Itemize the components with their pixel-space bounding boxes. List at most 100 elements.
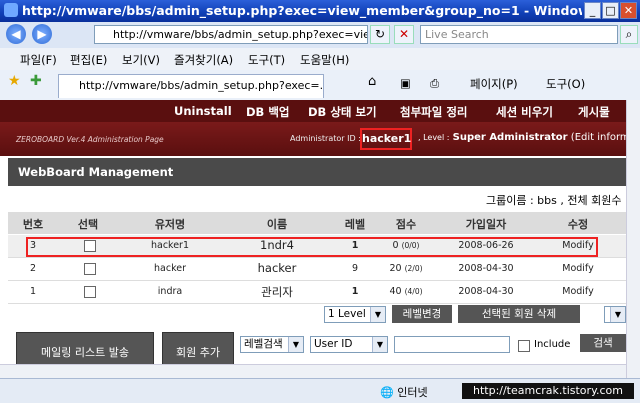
menu-tools[interactable]: 도구(T) xyxy=(248,52,285,68)
include-checkbox[interactable] xyxy=(518,340,530,352)
row-date: 2008-04-30 xyxy=(458,286,514,297)
col-date: 가입일자 xyxy=(465,218,507,231)
zeroboard-logo: ZEROBOARD Ver.4 Administration Page xyxy=(16,135,164,144)
table-row: 1 indra 관리자 1 40 (4/0) 2008-04-30 Modify xyxy=(8,281,626,304)
keyword-input[interactable] xyxy=(394,336,510,353)
print-icon[interactable]: ⎙ xyxy=(430,76,439,91)
row-level: 9 xyxy=(351,263,359,274)
row-checkbox[interactable] xyxy=(84,240,96,252)
address-toolbar: ◀ ▶ http://vmware/bbs/admin_setup.php?ex… xyxy=(0,22,640,49)
admin-info-bar: ZEROBOARD Ver.4 Administration Page Admi… xyxy=(0,122,626,156)
search-input[interactable]: Live Search xyxy=(420,25,618,44)
nav-attachments[interactable]: 첨부파일 정리 xyxy=(400,104,467,120)
home-icon[interactable]: ⌂ xyxy=(368,74,376,89)
chevron-down-icon: ▼ xyxy=(610,307,625,322)
menu-view[interactable]: 보기(V) xyxy=(122,52,160,68)
modify-link[interactable]: Modify xyxy=(538,263,618,274)
row-name: hacker xyxy=(257,261,297,275)
horizontal-scrollbar[interactable] xyxy=(0,364,626,378)
page-menu[interactable]: 페이지(P) xyxy=(470,76,518,92)
level-change-button[interactable]: 레벨변경 xyxy=(392,305,452,323)
row-checkbox[interactable] xyxy=(84,286,96,298)
add-favorites-icon[interactable]: ✚ xyxy=(30,73,42,89)
level-select-value: 1 Level xyxy=(328,308,366,320)
col-edit: 수정 xyxy=(567,218,589,231)
table-row: 3 hacker1 1ndr4 1 0 (0/0) 2008-06-26 Mod… xyxy=(8,235,626,258)
nav-clear-session[interactable]: 세션 비우기 xyxy=(496,104,553,120)
ie-icon xyxy=(4,3,18,17)
row-checkbox[interactable] xyxy=(84,263,96,275)
row-level: 1 xyxy=(351,240,359,251)
tab-current[interactable]: http://vmware/bbs/admin_setup.php?exec=.… xyxy=(58,74,324,98)
delete-selected-button[interactable]: 선택된 회원 삭제 xyxy=(458,305,580,323)
table-row: 2 hacker hacker 9 20 (2/0) 2008-04-30 Mo… xyxy=(8,258,626,281)
level-select[interactable]: 1 Level ▼ xyxy=(324,306,386,323)
nav-db-status[interactable]: DB 상태 보기 xyxy=(308,104,377,120)
score-sub: (4/0) xyxy=(404,287,423,296)
admin-id: hacker1 xyxy=(360,128,412,150)
minimize-button[interactable]: _ xyxy=(584,2,601,19)
col-level: 레벨 xyxy=(344,218,366,231)
chevron-down-icon: ▼ xyxy=(370,307,385,322)
close-button[interactable]: ✕ xyxy=(620,2,637,19)
score-value: 40 xyxy=(389,286,402,297)
stop-icon[interactable]: ✕ xyxy=(394,25,414,44)
menu-favorites[interactable]: 즐겨찾기(A) xyxy=(174,52,233,68)
row-user: indra xyxy=(157,286,183,297)
col-no: 번호 xyxy=(22,218,44,231)
page-content: Uninstall DB 백업 DB 상태 보기 첨부파일 정리 세션 비우기 … xyxy=(0,100,626,378)
section-header: WebBoard Management xyxy=(8,158,626,186)
search-icon[interactable]: ⌕ xyxy=(620,25,638,44)
row-level: 1 xyxy=(351,286,359,297)
window-title: http://vmware/bbs/admin_setup.php?exec=v… xyxy=(22,3,582,18)
chevron-down-icon: ▼ xyxy=(288,337,303,352)
level-search-select[interactable]: 레벨검색 ▼ xyxy=(240,336,304,353)
back-icon[interactable]: ◀ xyxy=(6,24,26,44)
internet-zone: 🌐 인터넷 xyxy=(380,386,428,399)
admin-level: , Level : Super Administrator (Edit info… xyxy=(418,132,626,143)
address-input[interactable]: http://vmware/bbs/admin_setup.php?exec=v… xyxy=(94,25,368,44)
modify-link[interactable]: Modify xyxy=(538,286,618,297)
include-label: Include xyxy=(534,339,571,350)
section-title: WebBoard Management xyxy=(18,165,174,179)
menu-help[interactable]: 도움말(H) xyxy=(300,52,349,68)
menu-file[interactable]: 파일(F) xyxy=(20,52,57,68)
field-select-value: User ID xyxy=(314,338,353,350)
level-value: Super Administrator xyxy=(452,132,568,143)
tab-bar: ★ ✚ http://vmware/bbs/admin_setup.php?ex… xyxy=(0,70,640,101)
col-score: 점수 xyxy=(395,218,417,231)
nav-uninstall[interactable]: Uninstall xyxy=(174,104,232,118)
menu-bar: 파일(F) 편집(E) 보기(V) 즐겨찾기(A) 도구(T) 도움말(H) xyxy=(0,48,640,71)
admin-id-label: Administrator ID : xyxy=(290,134,361,143)
modify-link[interactable]: Modify xyxy=(538,240,618,251)
nav-posts[interactable]: 게시물 xyxy=(578,104,610,120)
row-score: 0 (0/0) xyxy=(378,240,434,251)
row-no: 1 xyxy=(29,286,37,297)
maximize-button[interactable]: □ xyxy=(602,2,619,19)
watermark: http://teamcrak.tistory.com xyxy=(462,383,634,399)
row-score: 20 (2/0) xyxy=(378,263,434,274)
edit-info-link[interactable]: (Edit informatio xyxy=(571,132,626,143)
forward-icon[interactable]: ▶ xyxy=(32,24,52,44)
score-sub: (0/0) xyxy=(401,241,420,250)
tools-menu[interactable]: 도구(O) xyxy=(546,76,585,92)
status-bar: 🌐 인터넷 http://teamcrak.tistory.com xyxy=(0,378,640,403)
table-header: 번호 선택 유저명 이름 레벨 점수 가입일자 수정 xyxy=(8,212,626,234)
row-no: 2 xyxy=(29,263,37,274)
field-select[interactable]: User ID ▼ xyxy=(310,336,388,353)
group-info: 그룹이름 : bbs , 전체 회원수 xyxy=(486,194,622,207)
favorites-star-icon[interactable]: ★ xyxy=(8,73,21,89)
row-no: 3 xyxy=(29,240,37,251)
feeds-icon[interactable]: ▣ xyxy=(400,76,411,90)
row-user: hacker xyxy=(154,263,186,274)
admin-top-nav: Uninstall DB 백업 DB 상태 보기 첨부파일 정리 세션 비우기 … xyxy=(0,100,626,122)
menu-edit[interactable]: 편집(E) xyxy=(70,52,107,68)
chevron-down-icon: ▼ xyxy=(372,337,387,352)
row-name: 1ndr4 xyxy=(260,238,294,252)
vertical-scrollbar[interactable] xyxy=(626,100,640,378)
extra-select[interactable]: ▼ xyxy=(604,306,626,323)
refresh-icon[interactable]: ↻ xyxy=(370,25,390,44)
nav-db-backup[interactable]: DB 백업 xyxy=(246,104,289,120)
zone-label: 인터넷 xyxy=(397,386,428,399)
search-button[interactable]: 검색 xyxy=(580,334,626,352)
